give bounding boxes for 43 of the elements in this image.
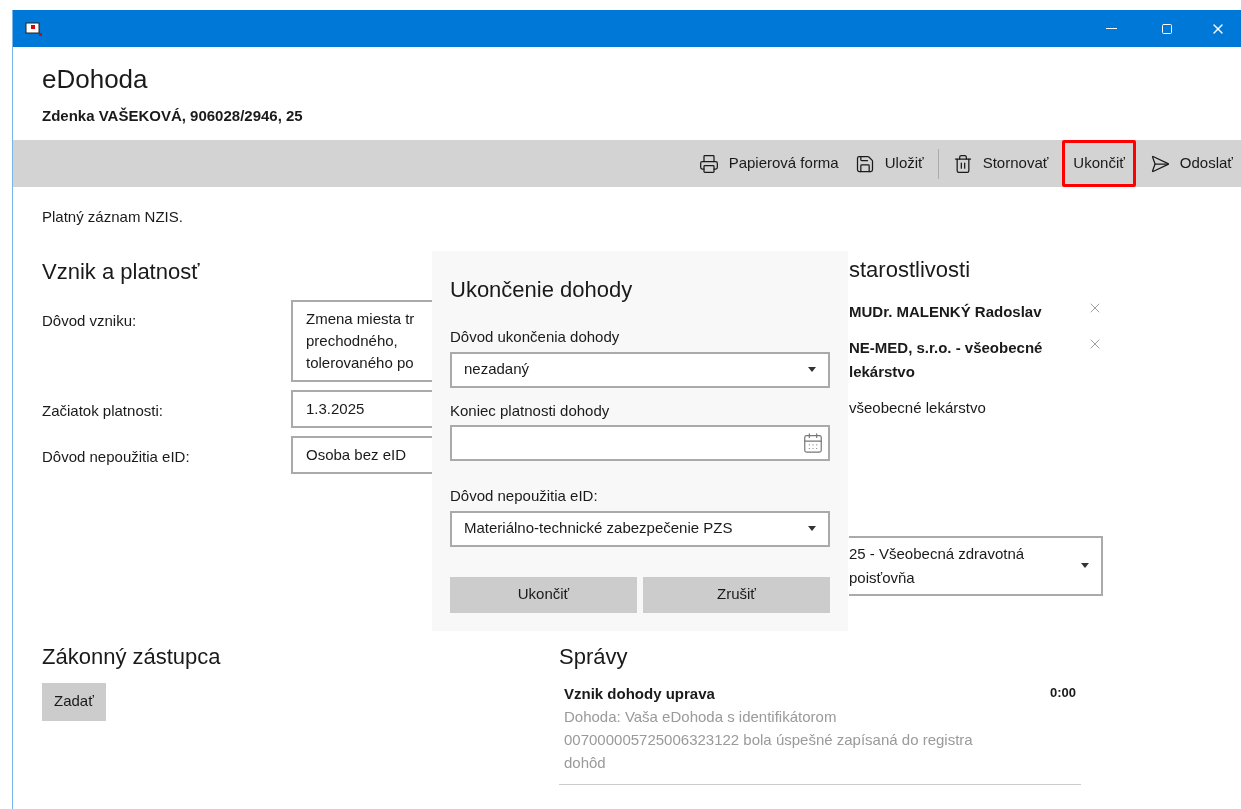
status-text: Platný záznam NZIS. [41,207,184,227]
section-heading: Správy [559,642,629,671]
dropdown[interactable]: 25 - Všeobecná zdravotná poisťovňa [849,535,1103,596]
maximize-icon [1161,22,1173,35]
field-label: Dôvod ukončenia dohody [450,327,621,347]
add-button[interactable]: Zadať [42,682,106,721]
field-label: Dôvod vzniku: [42,310,138,331]
message-title: Vznik dohody uprava [564,683,715,704]
dialog-button[interactable]: Zrušiť [643,576,830,613]
field-value: všeobecné lekárstvo [849,397,986,418]
dropdown-caret-icon [808,526,816,531]
field-label: Začiatok platnosti: [42,400,164,421]
send-icon [1149,153,1170,174]
toolbar-button[interactable]: Odoslať [1141,140,1241,187]
toolbar-button[interactable]: Papierová forma [690,140,847,187]
message-time: 0:00 [1049,683,1076,702]
field-value: NE-MED, s.r.o. - všeobecné lekárstvo [849,337,1044,382]
dropdown-caret-icon [808,367,816,372]
dropdown[interactable]: Materiálno-technické zabezpečenie PZS [450,510,830,547]
field-label: Dôvod nepoužitia eID: [42,446,191,467]
trash-icon [952,153,973,174]
toolbar-button[interactable]: Uložiť [846,140,932,187]
date-field[interactable] [450,425,830,461]
dialog-title: Ukončenie dohody [450,276,634,304]
printer-icon [698,153,719,174]
app-icon [25,20,43,37]
dropdown-caret-icon [1081,563,1089,568]
patient-info: Zdenka VAŠEKOVÁ, 906028/2946, 25 [42,106,304,126]
toolbar-button[interactable]: Stornovať [944,140,1057,187]
message-body: Dohoda: Vaša eDohoda s identifikátorom 007000005725006323122 bola úspešné zapísaná do registra dohôd [564,707,974,773]
field-label: Dôvod nepoužitia eID: [450,486,599,506]
section-heading: Vznik a platnosť [42,257,201,286]
page-title: eDohoda [42,63,149,95]
field-label: Koniec platnosti dohody [450,400,611,421]
calendar-icon[interactable] [802,432,824,454]
field-value: MUDr. MALENKÝ Radoslav [849,301,1043,322]
toolbar-button[interactable]: Ukončiť [1062,140,1136,187]
dialog-button[interactable]: Ukončiť [450,576,637,613]
save-icon [854,153,875,174]
dropdown[interactable]: nezadaný [450,351,830,388]
section-heading: Zákonný zástupca [42,642,222,671]
minimize-icon [1105,28,1117,29]
section-heading: starostlivosti [849,255,972,284]
